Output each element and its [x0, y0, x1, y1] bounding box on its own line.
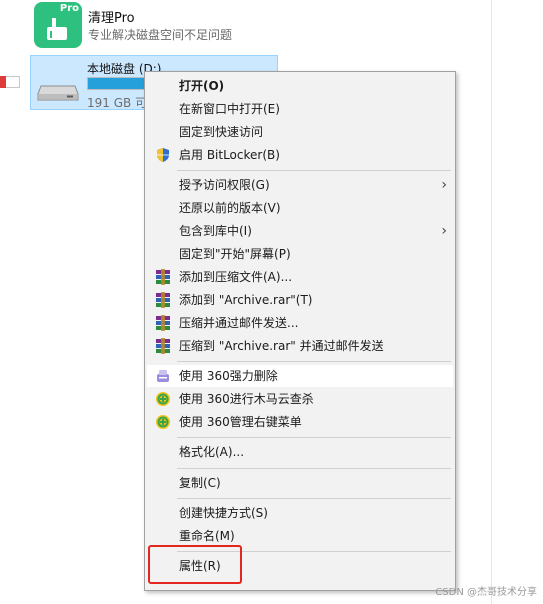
menu-item-label: 使用 360进行木马云查杀 — [179, 392, 314, 406]
360-delete-icon — [157, 370, 169, 382]
menu-separator — [177, 498, 451, 499]
menu-item-add-to-archive[interactable]: 添加到压缩文件(A)... — [147, 266, 453, 288]
menu-item-label: 授予访问权限(G) — [179, 178, 270, 192]
menu-item-grant-access[interactable]: 授予访问权限(G) › — [147, 174, 453, 196]
menu-item-label: 复制(C) — [179, 476, 221, 490]
menu-separator — [177, 468, 451, 469]
menu-item-label: 固定到快速访问 — [179, 125, 264, 139]
menu-item-label: 还原以前的版本(V) — [179, 201, 281, 215]
chevron-right-icon: › — [441, 177, 447, 193]
pro-badge: Pro — [59, 3, 79, 14]
menu-item-add-to-archive-rar[interactable]: 添加到 "Archive.rar"(T) — [147, 289, 453, 311]
menu-item-label: 添加到 "Archive.rar"(T) — [179, 293, 313, 307]
menu-item-bitlocker[interactable]: 启用 BitLocker(B) — [147, 144, 453, 166]
menu-item-label: 包含到库中(I) — [179, 224, 252, 238]
menu-item-open[interactable]: 打开(O) — [147, 75, 453, 97]
cleanpro-app-icon: Pro — [34, 2, 82, 48]
menu-item-compress-rar-email[interactable]: 压缩到 "Archive.rar" 并通过邮件发送 — [147, 335, 453, 357]
menu-item-label: 添加到压缩文件(A)... — [179, 270, 293, 284]
properties-highlight-box — [148, 545, 242, 584]
menu-item-label: 使用 360强力删除 — [179, 369, 278, 383]
menu-item-compress-email[interactable]: 压缩并通过邮件发送... — [147, 312, 453, 334]
menu-item-copy[interactable]: 复制(C) — [147, 472, 453, 494]
winrar-icon — [155, 269, 171, 285]
360-menu-icon — [156, 415, 170, 429]
menu-separator — [177, 170, 451, 171]
app-title: 清理Pro — [88, 11, 135, 26]
chevron-right-icon: › — [441, 223, 447, 239]
menu-item-360-scan[interactable]: 使用 360进行木马云查杀 — [147, 388, 453, 410]
watermark: CSDN @杰哥技术分享 — [435, 587, 537, 598]
hard-drive-icon — [37, 85, 79, 101]
menu-item-restore-versions[interactable]: 还原以前的版本(V) — [147, 197, 453, 219]
adjacent-drive-bar-frame — [6, 76, 20, 88]
menu-item-label: 使用 360管理右键菜单 — [179, 415, 302, 429]
context-menu: 打开(O) 在新窗口中打开(E) 固定到快速访问 启用 BitLocker(B)… — [144, 71, 456, 591]
menu-separator — [177, 361, 451, 362]
menu-item-pin-quick-access[interactable]: 固定到快速访问 — [147, 121, 453, 143]
menu-separator — [177, 437, 451, 438]
menu-item-label: 打开(O) — [179, 79, 225, 93]
menu-item-pin-start[interactable]: 固定到"开始"屏幕(P) — [147, 243, 453, 265]
menu-item-include-library[interactable]: 包含到库中(I) › — [147, 220, 453, 242]
menu-item-label: 创建快捷方式(S) — [179, 506, 268, 520]
menu-item-label: 固定到"开始"屏幕(P) — [179, 247, 291, 261]
menu-item-label: 启用 BitLocker(B) — [179, 148, 280, 162]
menu-item-label: 压缩到 "Archive.rar" 并通过邮件发送 — [179, 339, 384, 353]
shield-icon — [157, 148, 169, 162]
broom-icon — [47, 18, 67, 40]
menu-item-label: 重命名(M) — [179, 529, 235, 543]
drive-free-space: 191 GB 可 — [87, 96, 148, 110]
menu-item-open-new-window[interactable]: 在新窗口中打开(E) — [147, 98, 453, 120]
menu-item-rename[interactable]: 重命名(M) — [147, 525, 453, 547]
window-divider — [491, 0, 492, 604]
360-scan-icon — [156, 392, 170, 406]
winrar-icon — [155, 338, 171, 354]
menu-item-360-delete[interactable]: 使用 360强力删除 — [147, 365, 453, 387]
menu-item-create-shortcut[interactable]: 创建快捷方式(S) — [147, 502, 453, 524]
menu-item-format[interactable]: 格式化(A)... — [147, 441, 453, 463]
app-tile-cleanpro[interactable]: Pro 清理Pro 专业解决磁盘空间不足问题 — [34, 2, 334, 50]
app-subtitle: 专业解决磁盘空间不足问题 — [88, 28, 233, 42]
menu-item-label: 格式化(A)... — [179, 445, 245, 459]
menu-item-label: 压缩并通过邮件发送... — [179, 316, 299, 330]
winrar-icon — [155, 315, 171, 331]
menu-item-label: 在新窗口中打开(E) — [179, 102, 280, 116]
winrar-icon — [155, 292, 171, 308]
menu-item-360-manage-menu[interactable]: 使用 360管理右键菜单 — [147, 411, 453, 433]
